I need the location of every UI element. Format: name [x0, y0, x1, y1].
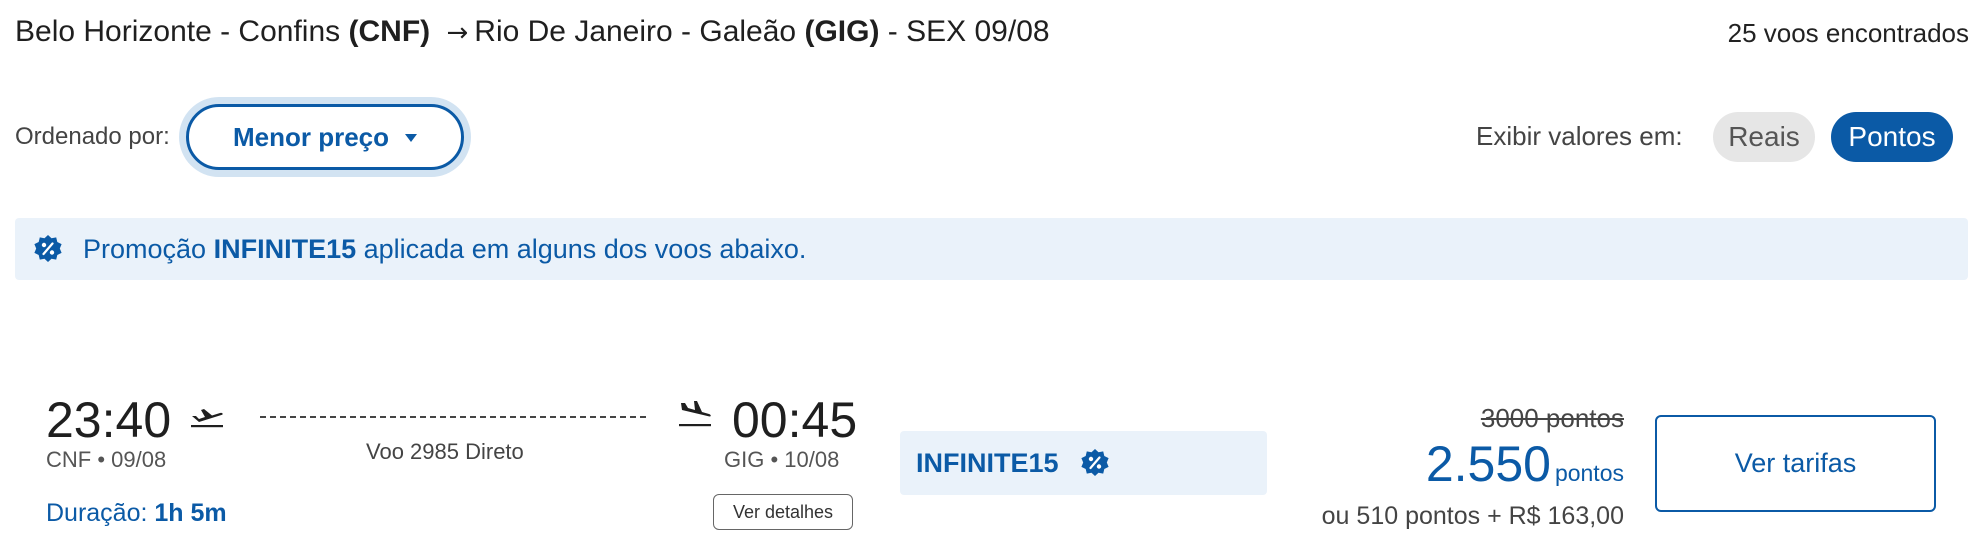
- price-unit: pontos: [1554, 460, 1624, 486]
- duration: Duração: 1h 5m: [46, 497, 227, 529]
- departure-time: 23:40: [46, 392, 172, 448]
- sort-selected: Menor preço: [232, 121, 390, 152]
- route-title: Belo Horizonte - Confins (CNF) → Rio De J…: [15, 12, 1050, 53]
- arrival-time: 00:45: [732, 392, 858, 448]
- takeoff-icon: [191, 409, 223, 428]
- sort-dropdown[interactable]: Menor preço: [186, 104, 464, 170]
- discount-badge-icon: [34, 235, 62, 262]
- details-button[interactable]: Ver detalhes: [713, 494, 853, 530]
- promo-suffix: aplicada em alguns dos voos abaixo.: [363, 234, 807, 264]
- old-price: 3000 pontos: [1480, 403, 1624, 433]
- promo-chip-code: INFINITE15: [916, 448, 1059, 478]
- price-value: 2.550: [1425, 436, 1551, 492]
- view-fares-button[interactable]: Ver tarifas: [1655, 415, 1936, 512]
- current-price: 2.550 pontos: [1426, 434, 1624, 507]
- flight-info: Voo 2985 Direto: [366, 439, 524, 464]
- origin-code: (CNF): [348, 15, 431, 48]
- sort-label: Ordenado por:: [15, 123, 170, 150]
- promo-banner: Promoção INFINITE15 aplicada em alguns d…: [15, 218, 1968, 280]
- alternative-price: ou 510 pontos + R$ 163,00: [1321, 502, 1624, 530]
- arrow-right-icon: →: [446, 18, 469, 48]
- promo-prefix: Promoção: [83, 234, 207, 264]
- caret-down-icon: [405, 134, 418, 142]
- currency-label: Exibir valores em:: [1476, 121, 1683, 151]
- arrival-info: GIG • 10/08: [724, 447, 840, 472]
- route-line: [260, 416, 646, 418]
- promo-text: Promoção INFINITE15 aplicada em alguns d…: [83, 232, 806, 266]
- promo-code: INFINITE15: [213, 234, 357, 264]
- currency-pontos-toggle[interactable]: Pontos: [1831, 112, 1953, 162]
- travel-date: - SEX 09/08: [887, 15, 1050, 48]
- promo-chip: INFINITE15: [900, 431, 1267, 495]
- destination-city: Rio De Janeiro - Galeão: [474, 15, 797, 48]
- currency-reais-toggle[interactable]: Reais: [1713, 112, 1815, 162]
- duration-value: 1h 5m: [154, 499, 227, 527]
- landing-icon: [679, 401, 711, 427]
- destination-code: (GIG): [804, 15, 880, 48]
- departure-info: CNF • 09/08: [46, 447, 167, 472]
- origin-city: Belo Horizonte - Confins: [15, 15, 341, 48]
- results-count: 25 voos encontrados: [1727, 18, 1969, 48]
- discount-badge-icon: [1081, 449, 1109, 476]
- duration-label: Duração:: [46, 499, 148, 527]
